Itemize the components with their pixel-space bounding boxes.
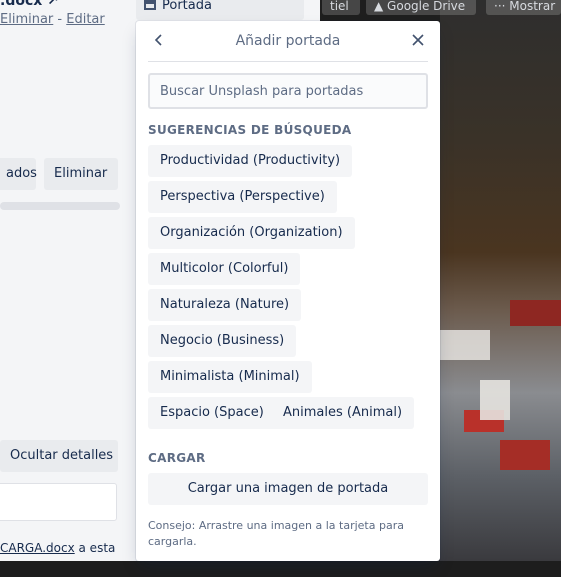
topbar-button-partial[interactable]: tiel [322,0,360,15]
bottom-strip [0,561,561,577]
popover-header: Añadir portada [136,21,440,61]
show-menu-button[interactable]: ··· Mostrar [486,0,561,15]
hide-details-button[interactable]: Ocultar detalles [0,440,118,472]
upload-tip: Consejo: Arrastre una imagen a la tarjet… [148,519,404,548]
popover-title: Añadir portada [235,33,341,49]
suggestion-chip-nature[interactable]: Naturaleza (Nature) [148,289,302,321]
checklist-partial-button[interactable]: ados [0,158,37,190]
suggestion-chip-colorful[interactable]: Multicolor (Colorful) [148,253,301,285]
delete-attachment-link[interactable]: Eliminar [0,12,53,27]
attachment-link[interactable]: CARGA.docx [0,541,75,555]
google-drive-icon: ▲ [374,0,388,13]
external-link-icon: ↗ [47,0,59,9]
comment-input[interactable] [0,483,117,521]
upload-label: CARGAR [148,451,206,465]
suggestion-chip-business[interactable]: Negocio (Business) [148,325,297,357]
suggestion-chip-organization[interactable]: Organización (Organization) [148,217,355,249]
suggestions-label: SUGERENCIAS DE BÚSQUEDA [148,123,352,137]
add-cover-popover: Añadir portada SUGERENCIAS DE BÚSQUEDA P… [136,21,440,561]
background-photo [440,0,561,561]
suggestion-chip-minimal[interactable]: Minimalista (Minimal) [148,361,312,393]
suggestion-chip-space[interactable]: Espacio (Space) [148,397,276,429]
attachment-title: .docx ↗ [0,0,59,9]
suggestion-chip-perspective[interactable]: Perspectiva (Perspective) [148,181,337,213]
delete-checklist-button[interactable]: Eliminar [44,158,118,190]
cover-icon [144,0,156,10]
suggestion-chip-productivity[interactable]: Productividad (Productivity) [148,145,353,177]
sidebar-item-cover[interactable]: Portada [136,0,304,20]
google-drive-button[interactable]: ▲ Google Drive [366,0,476,15]
checklist-progress-bar [0,202,120,210]
unsplash-search-input[interactable] [148,73,428,109]
header-divider [148,61,428,62]
upload-cover-button[interactable]: Cargar una imagen de portada [148,473,428,505]
close-icon [412,34,424,46]
suggestion-chip-animal[interactable]: Animales (Animal) [271,397,415,429]
activity-entry: CARGA.docx a esta [0,541,116,555]
close-button[interactable] [408,30,428,50]
more-icon: ··· [494,0,510,13]
attachment-actions: Eliminar - Editar [0,12,105,27]
edit-attachment-link[interactable]: Editar [66,12,105,27]
